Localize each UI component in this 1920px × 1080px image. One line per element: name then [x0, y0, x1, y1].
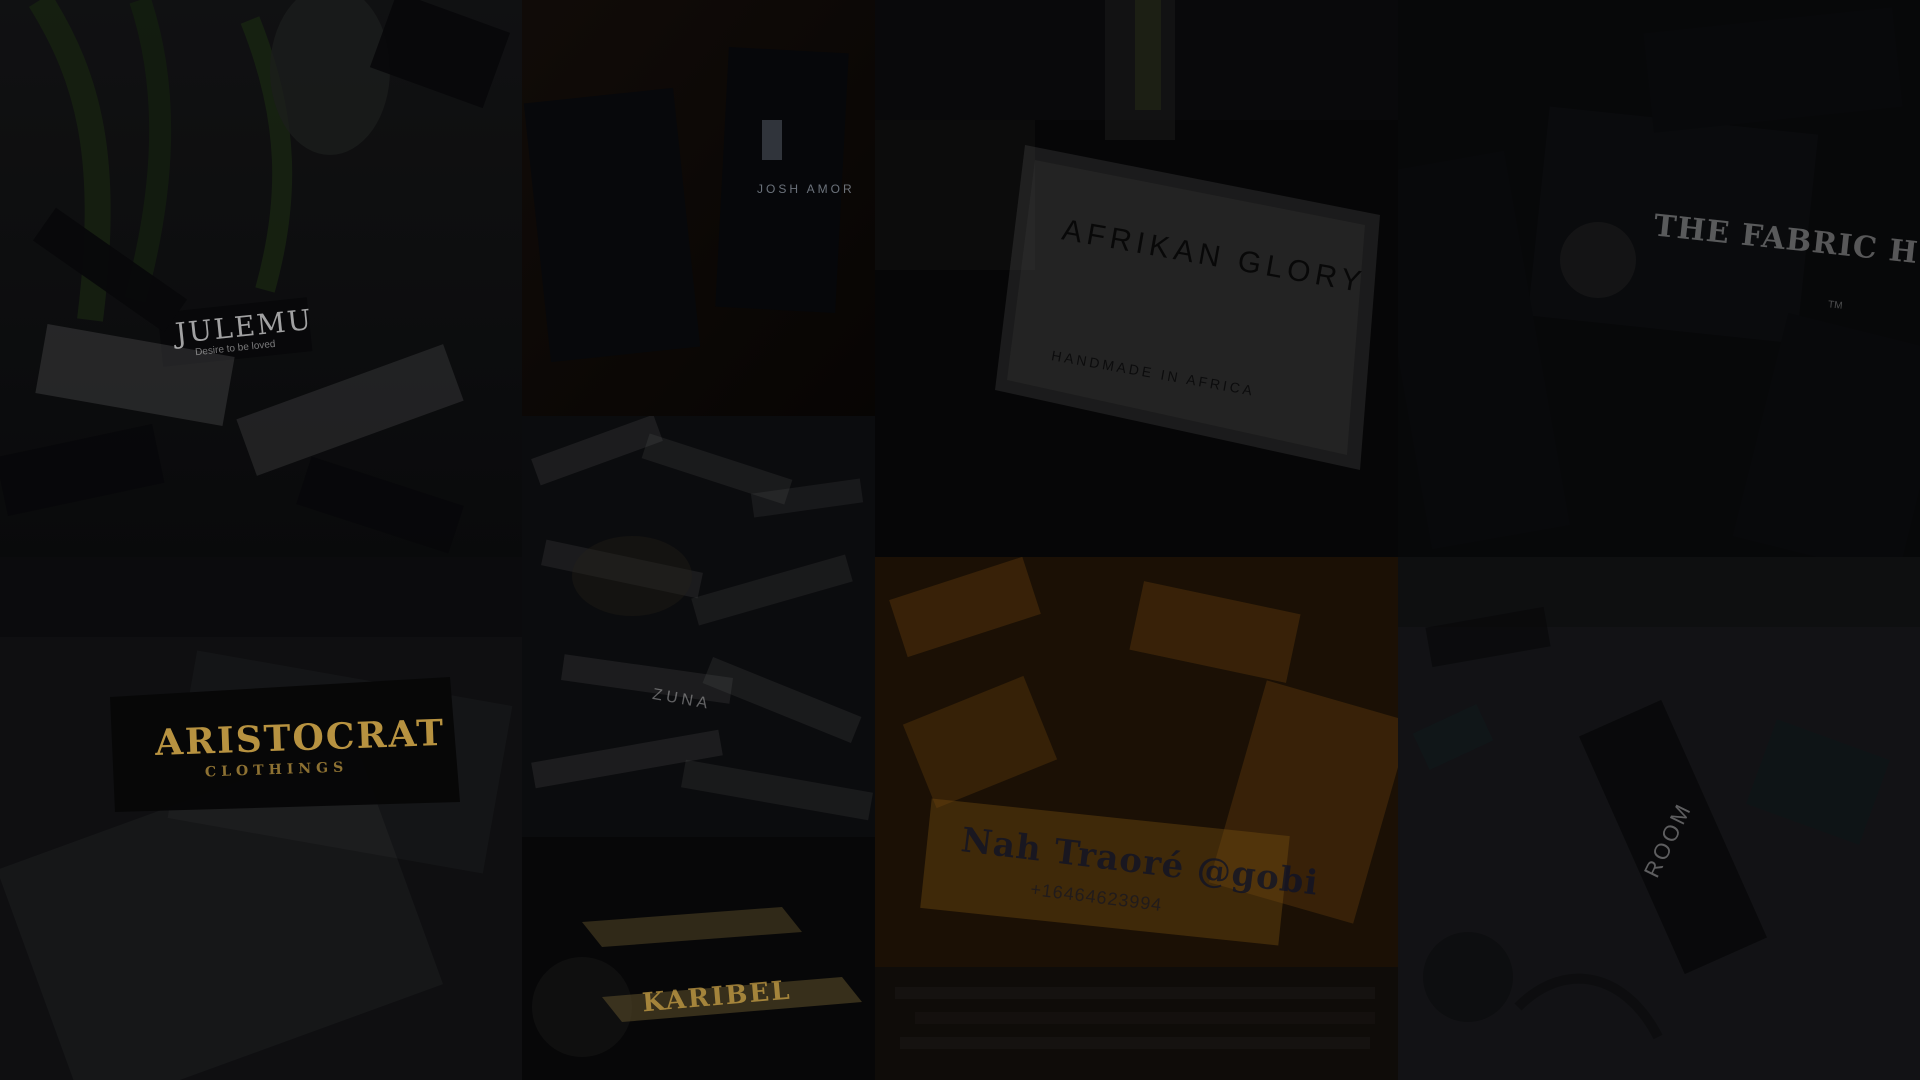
photo-nah-traore	[875, 557, 1398, 1080]
collage-tile-karibel: KARIBEL	[522, 837, 875, 1080]
photo-room	[1398, 557, 1920, 1080]
photo-julemu	[0, 0, 522, 557]
photo-afrikan-glory	[875, 0, 1398, 557]
photo-aristocrat	[0, 557, 522, 1080]
photo-the-fabric-hub	[1398, 0, 1920, 557]
photo-josh-amor	[522, 0, 875, 416]
collage-tile-the-fabric-hub: THE FABRIC HUB TM	[1398, 0, 1920, 557]
collage-tile-josh-amor: JOSH AMOR	[522, 0, 875, 416]
collage-tile-zuna: ZUNA	[522, 416, 875, 837]
photo-karibel	[522, 837, 875, 1080]
collage-tile-julemu: JULEMU Desire to be loved	[0, 0, 522, 557]
collage-tile-nah-traore: Nah Traoré @gobi +16464623994	[875, 557, 1398, 1080]
collage-tile-room: ROOM	[1398, 557, 1920, 1080]
collage-tile-afrikan-glory: AFRIKAN GLORY HANDMADE IN AFRICA	[875, 0, 1398, 557]
label-collage: JULEMU Desire to be loved JOSH AMOR ZUNA…	[0, 0, 1920, 1080]
photo-zuna-labels	[522, 416, 875, 837]
collage-tile-aristocrat: ARISTOCRAT CLOTHINGS	[0, 557, 522, 1080]
